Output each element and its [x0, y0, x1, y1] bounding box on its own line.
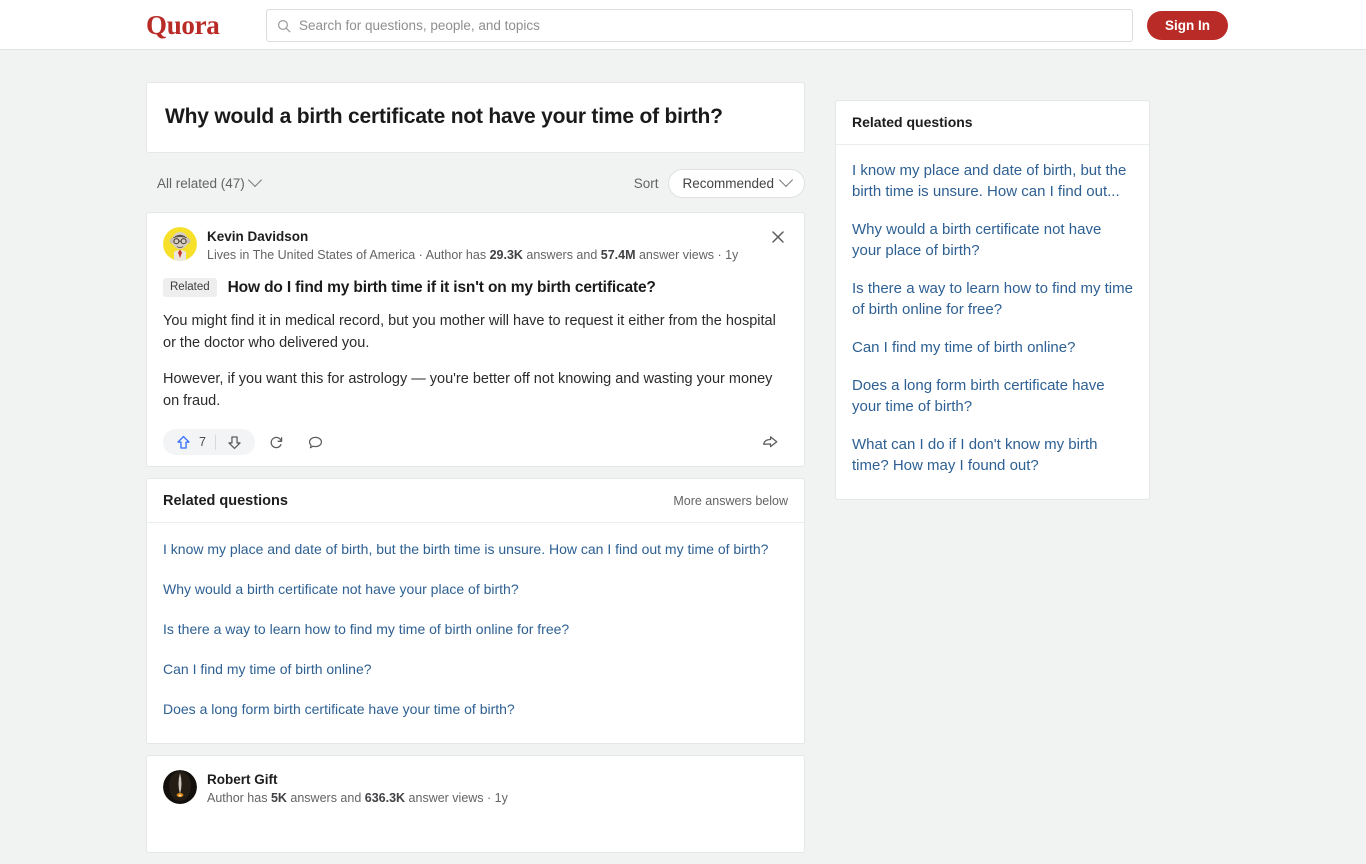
quora-logo[interactable]: Quora	[146, 10, 220, 40]
answer-author-row: Kevin Davidson Lives in The United State…	[163, 227, 788, 264]
views-count: 636.3K	[364, 791, 406, 805]
answers-count: 5K	[270, 791, 287, 805]
answer-related-question[interactable]: How do I find my birth time if it isn't …	[228, 279, 656, 297]
list-item[interactable]: What can I do if I don't know my birth t…	[852, 425, 1133, 484]
credential-suffix: answer views · 1y	[635, 248, 739, 262]
all-related-label: All related (47)	[157, 175, 245, 191]
author-name[interactable]: Robert Gift	[207, 771, 508, 788]
avatar[interactable]	[163, 770, 197, 804]
sort-controls: Sort Recommended	[633, 168, 805, 198]
answer-paragraph: However, if you want this for astrology …	[163, 371, 773, 409]
answer-related-question-line: Related How do I find my birth time if i…	[163, 278, 788, 297]
related-badge: Related	[163, 278, 217, 297]
related-questions-list: I know my place and date of birth, but t…	[147, 523, 804, 743]
chevron-down-icon	[778, 172, 794, 188]
search-input[interactable]	[299, 18, 1122, 33]
author-credentials: Author has 5K answers and 636.3K answer …	[207, 789, 508, 807]
downvote-arrow-icon	[228, 435, 241, 449]
avatar[interactable]	[163, 227, 197, 261]
credential-suffix: answer views · 1y	[405, 791, 508, 805]
list-item[interactable]: Can I find my time of birth online?	[163, 649, 788, 689]
author-meta: Kevin Davidson Lives in The United State…	[207, 227, 738, 264]
list-item[interactable]: Is there a way to learn how to find my t…	[163, 609, 788, 649]
answer-body: You might find it in medical record, but…	[163, 310, 788, 412]
sidebar: Related questions I know my place and da…	[835, 100, 1150, 500]
sort-dropdown[interactable]: Recommended	[668, 168, 805, 198]
list-item[interactable]: Why would a birth certificate not have y…	[163, 569, 788, 609]
vote-pill: 7	[163, 429, 255, 455]
answer-card: Kevin Davidson Lives in The United State…	[146, 212, 805, 467]
downvote-button[interactable]	[216, 429, 253, 455]
share-button[interactable]	[752, 429, 788, 455]
share-arrow-icon	[763, 436, 778, 448]
credential-prefix: Author has	[207, 791, 271, 805]
list-item[interactable]: Is there a way to learn how to find my t…	[852, 269, 1133, 328]
sidebar-related-questions-list: I know my place and date of birth, but t…	[836, 145, 1149, 499]
related-questions-card: Related questions More answers below I k…	[146, 478, 805, 744]
author-credentials: Lives in The United States of America · …	[207, 246, 738, 264]
site-header: Quora Sign In	[0, 0, 1366, 50]
upvote-arrow-icon	[177, 435, 190, 449]
answers-count: 29.3K	[489, 248, 523, 262]
all-related-dropdown[interactable]: All related (47)	[146, 172, 262, 191]
credential-mid: answers and	[286, 791, 365, 805]
search-box[interactable]	[266, 9, 1133, 42]
list-item[interactable]: Does a long form birth certificate have …	[163, 689, 788, 729]
answer-paragraph	[163, 820, 788, 842]
close-icon[interactable]	[768, 227, 788, 247]
answer-card: Robert Gift Author has 5K answers and 63…	[146, 755, 805, 853]
sign-in-button[interactable]: Sign In	[1147, 11, 1228, 40]
related-questions-header: Related questions More answers below	[147, 479, 804, 523]
repost-icon	[270, 436, 283, 448]
page-title: Why would a birth certificate not have y…	[165, 105, 723, 128]
answer-actions-left: 7	[163, 429, 333, 455]
credential-prefix: Lives in The United States of America · …	[207, 248, 490, 262]
chevron-down-icon	[247, 172, 262, 188]
search-icon	[277, 19, 291, 32]
sidebar-related-questions-card: Related questions I know my place and da…	[835, 100, 1150, 500]
sidebar-related-questions-header: Related questions	[836, 101, 1149, 145]
comment-button[interactable]	[298, 429, 333, 455]
answer-author-row: Robert Gift Author has 5K answers and 63…	[163, 770, 788, 807]
author-name[interactable]: Kevin Davidson	[207, 228, 738, 245]
answer-action-bar: 7	[163, 428, 788, 456]
credential-mid: answers and	[522, 248, 601, 262]
more-answers-below-label: More answers below	[673, 494, 788, 508]
related-questions-title: Related questions	[163, 493, 288, 509]
upvote-button[interactable]: 7	[165, 429, 215, 455]
upvote-count: 7	[199, 435, 206, 449]
answer-body	[163, 820, 788, 842]
views-count: 57.4M	[600, 248, 636, 262]
answers-filter-bar: All related (47) Sort Recommended	[146, 165, 805, 201]
list-item[interactable]: Does a long form birth certificate have …	[852, 366, 1133, 425]
sort-value: Recommended	[682, 175, 774, 191]
sidebar-related-questions-title: Related questions	[852, 114, 973, 130]
author-meta: Robert Gift Author has 5K answers and 63…	[207, 770, 508, 807]
answer-paragraph: You might find it in medical record, but…	[163, 313, 776, 351]
list-item[interactable]: I know my place and date of birth, but t…	[163, 529, 788, 569]
comment-bubble-icon	[308, 436, 322, 448]
main-column: Why would a birth certificate not have y…	[146, 82, 805, 864]
sort-label: Sort	[633, 175, 659, 191]
question-title-card: Why would a birth certificate not have y…	[146, 82, 805, 153]
list-item[interactable]: Why would a birth certificate not have y…	[852, 210, 1133, 269]
list-item[interactable]: I know my place and date of birth, but t…	[852, 151, 1133, 210]
repost-button[interactable]	[259, 429, 294, 455]
list-item[interactable]: Can I find my time of birth online?	[852, 328, 1133, 366]
page-body: Why would a birth certificate not have y…	[0, 50, 1366, 853]
